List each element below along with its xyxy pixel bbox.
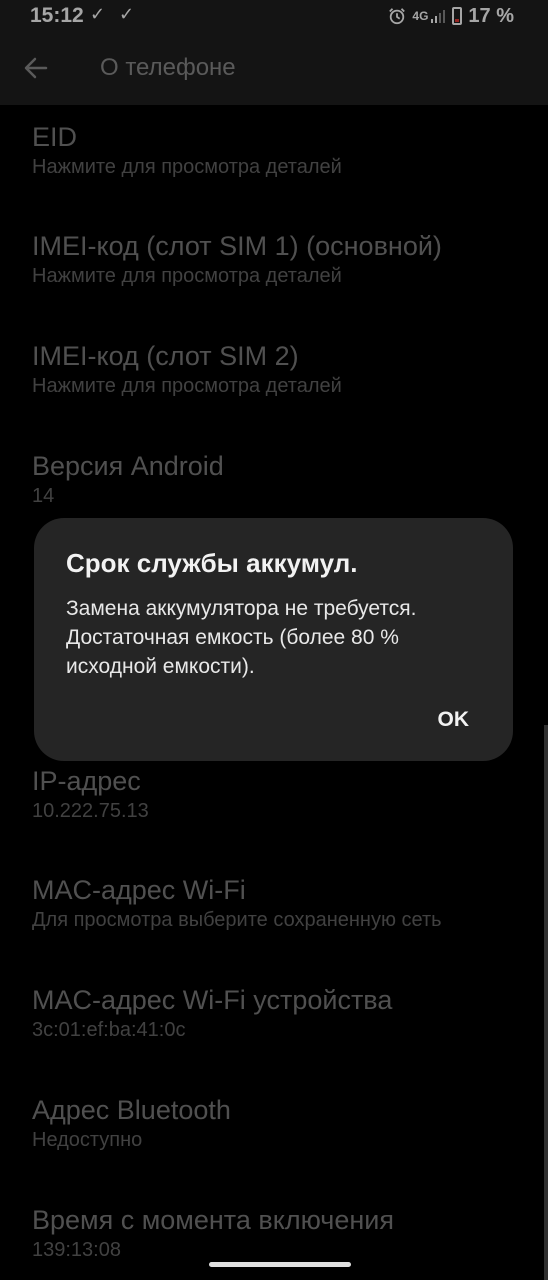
item-title: MAC-адрес Wi-Fi <box>32 875 246 905</box>
toolbar: О телефоне <box>0 32 548 105</box>
item-subtitle: Нажмите для просмотра деталей <box>32 156 342 178</box>
dialog-title: Срок службы аккумул. <box>66 548 358 578</box>
screen: 15:12 ✓ ✓ 4G 17 % О телефоне EID Нажмите… <box>0 0 548 1280</box>
check-notification-icon: ✓ <box>119 4 135 24</box>
page-title: О телефоне <box>100 54 236 81</box>
item-title: Адрес Bluetooth <box>32 1095 231 1125</box>
battery-icon <box>452 7 463 25</box>
battery-level: 17 % <box>468 4 514 27</box>
item-title: IP-адрес <box>32 766 141 796</box>
item-title: EID <box>32 122 78 152</box>
item-subtitle: Нажмите для просмотра деталей <box>32 375 342 397</box>
back-arrow-icon[interactable] <box>22 54 50 82</box>
dialog-message: Замена аккумулятора не требуется. Достат… <box>66 597 417 678</box>
item-subtitle: Недоступно <box>32 1129 143 1151</box>
item-title: IMEI-код (слот SIM 2) <box>32 341 299 371</box>
item-subtitle: 139:13:08 <box>32 1239 121 1261</box>
list-item-imei-sim1[interactable]: IMEI-код (слот SIM 1) (основной) Нажмите… <box>32 229 532 289</box>
item-subtitle: 3c:01:ef:ba:41:0c <box>32 1019 186 1041</box>
list-item-ip-address[interactable]: IP-адрес 10.222.75.13 <box>32 764 532 824</box>
list-item-wifi-mac[interactable]: MAC-адрес Wi-Fi Для просмотра выберите с… <box>32 873 532 933</box>
alarm-icon <box>389 8 406 25</box>
check-notification-icon: ✓ <box>90 4 106 24</box>
ok-button[interactable]: OK <box>438 708 470 732</box>
item-title: Время с момента включения <box>32 1205 394 1235</box>
item-subtitle: 14 <box>32 485 55 507</box>
home-gesture-bar[interactable] <box>209 1262 351 1267</box>
list-item-bluetooth-address[interactable]: Адрес Bluetooth Недоступно <box>32 1093 532 1153</box>
item-title: MAC-адрес Wi-Fi устройства <box>32 985 393 1015</box>
list-item-eid[interactable]: EID Нажмите для просмотра деталей <box>32 120 532 180</box>
signal-icon <box>431 10 446 23</box>
status-time: 15:12 <box>30 4 84 27</box>
item-subtitle: 10.222.75.13 <box>32 800 149 822</box>
item-subtitle: Нажмите для просмотра деталей <box>32 265 342 287</box>
item-title: IMEI-код (слот SIM 1) (основной) <box>32 231 442 261</box>
item-subtitle: Для просмотра выберите сохраненную сеть <box>32 909 442 931</box>
status-bar: 15:12 ✓ ✓ 4G 17 % <box>0 0 548 32</box>
status-icons: 4G 17 % <box>388 4 514 28</box>
list-item-android-version[interactable]: Версия Android 14 <box>32 449 532 509</box>
battery-life-dialog: Срок службы аккумул. Замена аккумулятора… <box>34 518 513 761</box>
item-title: Версия Android <box>32 451 224 481</box>
scrollbar[interactable] <box>544 725 548 1280</box>
list-item-device-wifi-mac[interactable]: MAC-адрес Wi-Fi устройства 3c:01:ef:ba:4… <box>32 983 532 1043</box>
list-item-imei-sim2[interactable]: IMEI-код (слот SIM 2) Нажмите для просмо… <box>32 339 532 399</box>
network-type: 4G <box>412 9 429 23</box>
list-item-uptime[interactable]: Время с момента включения 139:13:08 <box>32 1203 532 1263</box>
